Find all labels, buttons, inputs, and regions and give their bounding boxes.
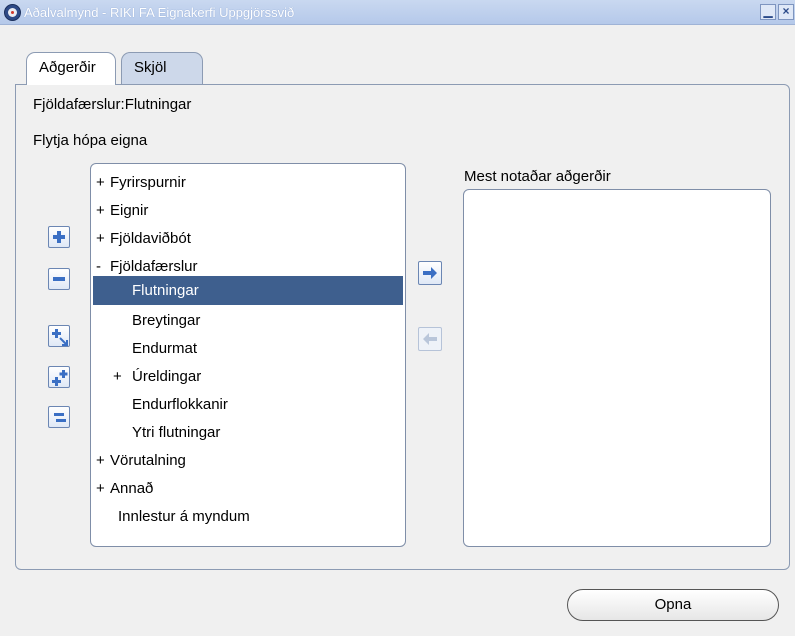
expand-toggle[interactable]: + (96, 447, 110, 475)
tree-item-vorutalning[interactable]: + Vörutalning (96, 447, 186, 475)
open-button[interactable]: Opna (567, 589, 779, 621)
tree-item-eignir[interactable]: + Eignir (96, 197, 148, 225)
tree-item-label: Innlestur á myndum (118, 508, 250, 525)
tree-item-innlestur[interactable]: Innlestur á myndum (118, 503, 250, 531)
tree-item-label: Úreldingar (132, 368, 202, 385)
expand-toggle[interactable]: + (96, 475, 110, 503)
favorites-label: Mest notaðar aðgerðir (464, 168, 611, 185)
expand-toggle[interactable]: + (96, 169, 110, 197)
tree-item-ureldingar[interactable]: + Úreldingar (113, 363, 201, 391)
expand-button[interactable] (48, 226, 70, 248)
tree-item-label: Ytri flutningar (132, 424, 221, 441)
expand-toggle[interactable]: + (96, 197, 110, 225)
tree-item-breytingar[interactable]: Breytingar (132, 307, 200, 335)
window-title: Aðalvalmynd - RIKI FA Eignakerfi Uppgjör… (24, 5, 295, 20)
tree-item-label: Endurmat (132, 340, 198, 357)
tab-adgerdir[interactable]: Aðgerðir (26, 52, 116, 85)
tree-item-label: Vörutalning (110, 452, 186, 469)
current-path-label: Fjöldafærslur:Flutningar (33, 96, 192, 113)
favorites-list[interactable] (463, 189, 771, 547)
tree-item-ytri-flutningar[interactable]: Ytri flutningar (132, 419, 220, 447)
collapse-all-icon (54, 413, 66, 422)
minimize-button[interactable]: ▁ (760, 4, 776, 20)
collapse-button[interactable] (48, 268, 70, 290)
expand-branch-icon (52, 329, 68, 346)
tree-item-label: Fjöldaviðbót (110, 230, 191, 247)
tree-item-endurmat[interactable]: Endurmat (132, 335, 197, 363)
tree-item-fyrirspurnir[interactable]: + Fyrirspurnir (96, 169, 186, 197)
tree-item-label: Annað (110, 480, 154, 497)
tree-item-endurflokkanir[interactable]: Endurflokkanir (132, 391, 228, 419)
tree-item-label: Breytingar (132, 312, 201, 329)
close-button[interactable]: × (778, 4, 794, 20)
tree-item-fjoldavidbot[interactable]: + Fjöldaviðbót (96, 225, 191, 253)
function-tree[interactable]: + Fyrirspurnir + Eignir + Fjöldaviðbót - Fjö… (90, 163, 406, 547)
tab-skjol[interactable]: Skjöl (121, 52, 203, 84)
collapse-all-button[interactable] (48, 406, 70, 428)
expand-all-icon (52, 370, 68, 386)
app-icon (4, 4, 21, 21)
tree-item-label: Eignir (110, 202, 149, 219)
tree-item-annad[interactable]: + Annað (96, 475, 153, 503)
minus-icon (53, 277, 65, 281)
tree-item-label: Endurflokkanir (132, 396, 228, 413)
expand-toggle[interactable]: + (96, 225, 110, 253)
expand-branch-button[interactable] (48, 325, 70, 347)
expand-toggle[interactable]: + (113, 363, 132, 391)
function-description: Flytja hópa eigna (33, 132, 148, 149)
tree-item-flutningar[interactable]: Flutningar (93, 276, 403, 305)
tree-item-label: Fyrirspurnir (110, 174, 186, 191)
arrow-left-icon (423, 333, 437, 345)
arrow-right-icon (423, 267, 437, 279)
tree-item-label: Fjöldafærslur (110, 258, 198, 275)
expand-all-button[interactable] (48, 366, 70, 388)
remove-from-favorites-button[interactable] (418, 327, 442, 351)
plus-icon (53, 231, 65, 243)
add-to-favorites-button[interactable] (418, 261, 442, 285)
title-bar: Aðalvalmynd - RIKI FA Eignakerfi Uppgjör… (0, 0, 795, 25)
tree-item-label: Flutningar (132, 282, 199, 299)
